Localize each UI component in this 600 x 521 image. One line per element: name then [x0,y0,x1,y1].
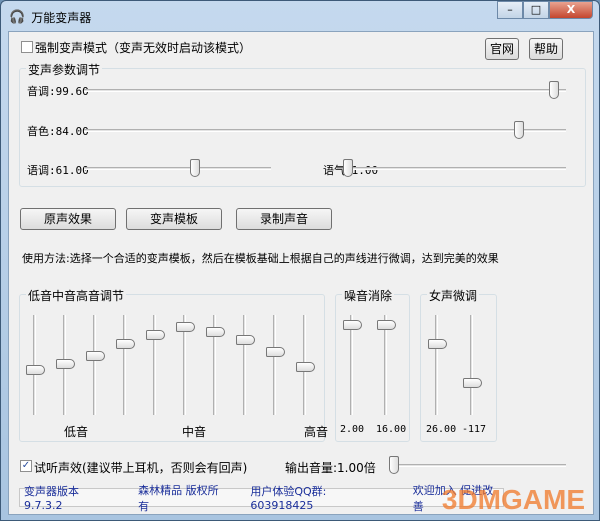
noise-slider-1-thumb[interactable] [343,319,362,330]
noise-group: 噪音消除 [335,287,410,442]
timbre-slider-track[interactable] [84,129,566,132]
headphones-icon: 🎧 [9,9,26,25]
noise-slider-2-thumb[interactable] [377,319,396,330]
eq-slider-6-thumb[interactable] [176,322,195,333]
force-mode-label: 强制变声模式（变声无效时启动该模式） [35,41,252,55]
noise-slider-2-track[interactable] [384,315,387,415]
record-sound-button[interactable]: 录制声音 [236,208,332,230]
eq-slider-9-track[interactable] [273,315,276,415]
eq-slider-8-thumb[interactable] [236,334,255,345]
female-slider-2-track[interactable] [470,315,473,415]
eq-slider-4-track[interactable] [123,315,126,415]
close-button[interactable]: X [549,1,593,19]
noise-legend: 噪音消除 [342,287,395,304]
pitch-label: 音调:99.60 [27,85,89,98]
app-window: 🎧 万能变声器 – □ X 强制变声模式（变声无效时启动该模式） 官网 帮助 变… [0,0,600,521]
intonation-slider-thumb[interactable] [190,159,201,177]
window-title: 万能变声器 [31,10,92,25]
eq-slider-1-thumb[interactable] [26,364,45,375]
pitch-slider-thumb[interactable] [548,81,559,99]
watermark-logo: 3DMGAME [441,484,585,515]
usage-text: 使用方法:选择一个合适的变声模板，然后在模板基础上根据自己的声线进行微调，达到完… [22,252,499,265]
minimize-button[interactable]: – [497,1,523,19]
eq-slider-3-thumb[interactable] [86,351,105,361]
female-value-1: 26.00 [426,424,457,435]
help-button[interactable]: 帮助 [529,38,563,60]
force-mode-checkbox[interactable] [21,41,33,53]
eq-legend: 低音中音高音调节 [26,287,127,304]
eq-slider-10-thumb[interactable] [296,361,315,372]
preview-checkbox[interactable]: ✓ [20,460,32,472]
noise-value-2: 16.00 [376,424,407,435]
maximize-button[interactable]: □ [523,1,549,19]
copyright-text: 森林精品 版权所有 [138,483,219,513]
preview-label: 试听声效(建议带上耳机，否则会有回声) [34,461,248,475]
eq-slider-3-track[interactable] [93,315,96,415]
title-bar: 🎧 万能变声器 [9,7,91,27]
female-value-2: -117 [462,424,487,435]
original-sound-button[interactable]: 原声效果 [20,208,116,230]
noise-value-1: 2.00 [340,424,365,435]
status-bar: 变声器版本9.7.3.2 森林精品 版权所有 用户体验QQ群: 60391842… [19,484,504,513]
eq-low-label: 低音 [64,425,89,439]
timbre-label: 音色:84.00 [27,125,89,138]
intonation-label: 语调:61.00 [27,164,89,177]
female-slider-1-track[interactable] [435,315,438,415]
tone-slider-thumb[interactable] [343,159,353,177]
qq-group-text: 用户体验QQ群: 603918425 [250,485,327,512]
eq-slider-7-thumb[interactable] [206,326,225,337]
website-button[interactable]: 官网 [485,38,519,60]
eq-slider-5-thumb[interactable] [146,330,165,341]
version-text: 变声器版本9.7.3.2 [24,485,79,512]
eq-mid-label: 中音 [182,425,207,439]
output-volume-slider-track[interactable] [389,464,566,467]
eq-high-label: 高音 [304,425,329,439]
eq-slider-9-thumb[interactable] [266,346,285,357]
noise-slider-1-track[interactable] [350,315,353,415]
eq-slider-2-thumb[interactable] [56,359,75,370]
female-slider-1-thumb[interactable] [428,339,447,350]
voice-templates-button[interactable]: 变声模板 [126,208,222,230]
female-slider-2-thumb[interactable] [463,378,482,388]
timbre-slider-thumb[interactable] [513,121,524,139]
params-legend: 变声参数调节 [26,61,103,78]
female-legend: 女声微调 [427,287,480,304]
tone-slider-track[interactable] [343,167,566,170]
intonation-slider-track[interactable] [84,167,271,170]
pitch-slider-track[interactable] [84,89,566,92]
output-volume-label: 输出音量:1.00倍 [285,461,376,475]
output-volume-slider-thumb[interactable] [389,456,399,474]
eq-slider-4-thumb[interactable] [116,339,135,350]
female-group: 女声微调 [420,287,497,442]
eq-slider-8-track[interactable] [243,315,246,415]
main-panel: 强制变声模式（变声无效时启动该模式） 官网 帮助 变声参数调节 音调:99.60… [8,31,594,515]
